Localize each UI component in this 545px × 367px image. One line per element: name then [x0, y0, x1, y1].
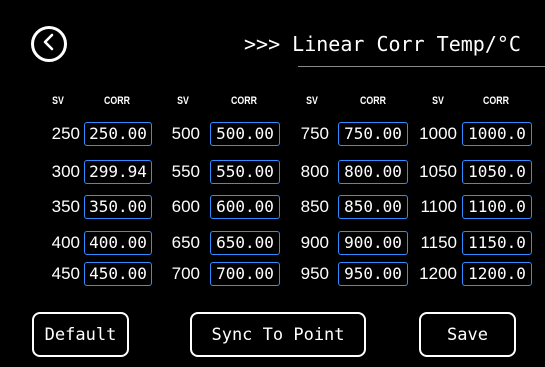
back-button[interactable]	[31, 26, 67, 62]
corr-input[interactable]: 1000.0	[462, 122, 532, 146]
sv-value: 1200	[419, 264, 457, 283]
corr-input[interactable]: 650.00	[210, 231, 280, 255]
corr-input[interactable]: 950.00	[338, 262, 408, 286]
sv-value: 1000	[419, 124, 457, 143]
sv-value: 950	[300, 264, 329, 283]
sv-value: 650	[171, 233, 200, 252]
sv-value: 700	[171, 264, 200, 283]
corr-input[interactable]: 400.00	[84, 231, 152, 255]
corr-input[interactable]: 450.00	[84, 262, 152, 286]
column-header-corr: CORR	[360, 95, 386, 107]
sv-value: 750	[300, 124, 329, 143]
corr-input[interactable]: 850.00	[338, 195, 408, 219]
sv-value: 550	[171, 162, 200, 181]
corr-input[interactable]: 350.00	[84, 195, 152, 219]
sv-value: 250	[51, 124, 80, 143]
sv-value: 900	[300, 233, 329, 252]
column-header-sv: SV	[177, 95, 189, 107]
column-header-corr: CORR	[483, 95, 509, 107]
corr-input[interactable]: 1050.0	[462, 160, 532, 184]
corr-input[interactable]: 800.00	[338, 160, 408, 184]
sv-value: 400	[51, 233, 80, 252]
corr-input[interactable]: 900.00	[338, 231, 408, 255]
chevron-left-icon	[40, 33, 58, 55]
sv-value: 800	[300, 162, 329, 181]
sv-value: 600	[171, 197, 200, 216]
default-button[interactable]: Default	[32, 312, 129, 357]
sync-to-point-button[interactable]: Sync To Point	[190, 312, 366, 357]
column-header-sv: SV	[432, 95, 444, 107]
corr-input[interactable]: 750.00	[338, 122, 408, 146]
corr-input[interactable]: 500.00	[210, 122, 280, 146]
corr-input[interactable]: 1150.0	[462, 231, 532, 255]
sv-value: 1100	[420, 197, 457, 216]
title-divider	[298, 66, 545, 67]
corr-input[interactable]: 299.94	[84, 160, 152, 184]
corr-input[interactable]: 700.00	[210, 262, 280, 286]
sv-value: 850	[300, 197, 329, 216]
sv-value: 1150	[420, 233, 457, 252]
corr-input[interactable]: 1200.0	[462, 262, 532, 286]
corr-input[interactable]: 250.00	[84, 122, 152, 146]
sv-value: 500	[171, 124, 200, 143]
sv-value: 1050	[419, 162, 457, 181]
save-button[interactable]: Save	[419, 312, 516, 357]
corr-input[interactable]: 550.00	[210, 160, 280, 184]
corr-input[interactable]: 600.00	[210, 195, 280, 219]
column-header-corr: CORR	[231, 95, 257, 107]
sv-value: 450	[51, 264, 80, 283]
sv-value: 350	[51, 197, 80, 216]
sv-value: 300	[51, 162, 80, 181]
column-header-sv: SV	[306, 95, 318, 107]
corr-input[interactable]: 1100.0	[462, 195, 532, 219]
page-title: >>> Linear Corr Temp/°C	[244, 32, 521, 56]
column-header-sv: SV	[52, 95, 64, 107]
column-header-corr: CORR	[104, 95, 130, 107]
